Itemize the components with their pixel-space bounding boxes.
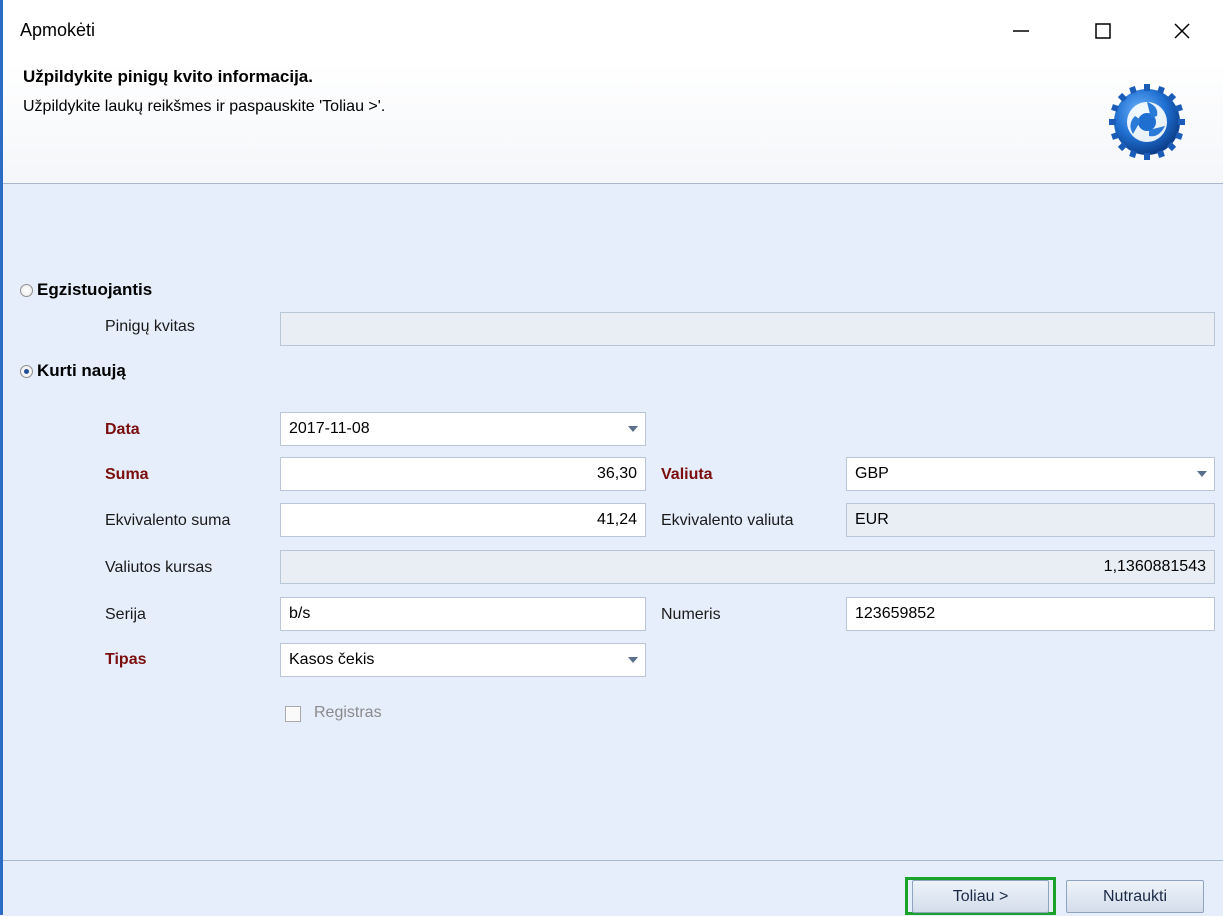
register-label: Registras xyxy=(314,704,382,721)
existing-radio-button[interactable] xyxy=(20,283,33,297)
series-field[interactable]: b/s xyxy=(280,597,646,631)
maximize-icon xyxy=(1095,23,1111,39)
minimize-button[interactable] xyxy=(998,10,1044,52)
cancel-button-label: Nutraukti xyxy=(1102,887,1168,905)
type-dropdown-button[interactable] xyxy=(620,644,645,676)
maximize-button[interactable] xyxy=(1080,10,1126,52)
number-label: Numeris xyxy=(661,606,721,623)
equiv-currency-label: Ekvivalento valiuta xyxy=(661,512,794,529)
date-value: 2017-11-08 xyxy=(289,420,370,437)
series-label: Serija xyxy=(105,606,146,623)
next-button[interactable]: Toliau > xyxy=(912,880,1049,913)
date-dropdown-button[interactable] xyxy=(620,413,645,445)
equiv-amount-field[interactable]: 41,24 xyxy=(280,503,646,537)
create-new-radio-button[interactable] xyxy=(20,364,33,378)
type-value: Kasos čekis xyxy=(289,651,375,668)
title-bar: Apmokėti xyxy=(3,0,1223,62)
currency-dropdown-button[interactable] xyxy=(1189,458,1214,490)
rate-label: Valiutos kursas xyxy=(105,559,213,576)
rate-value: 1,1360881543 xyxy=(1103,558,1206,575)
receipt-field xyxy=(280,312,1215,346)
rate-field: 1,1360881543 xyxy=(280,550,1215,584)
create-new-radio[interactable]: Kurti naują xyxy=(20,361,126,381)
equiv-amount-value: 41,24 xyxy=(596,511,637,528)
header-subtitle: Užpildykite laukų reikšmes ir paspauskit… xyxy=(23,98,386,115)
receipt-label: Pinigų kvitas xyxy=(105,318,195,335)
equiv-currency-field: EUR xyxy=(846,503,1215,537)
number-value: 123659852 xyxy=(855,605,936,622)
close-icon xyxy=(1174,23,1190,39)
amount-label: Suma xyxy=(105,466,149,483)
currency-field[interactable]: GBP xyxy=(846,457,1215,491)
close-button[interactable] xyxy=(1159,10,1205,52)
amount-value: 36,30 xyxy=(596,465,637,482)
window-title: Apmokėti xyxy=(20,20,96,40)
date-field[interactable]: 2017-11-08 xyxy=(280,412,646,446)
create-new-radio-label: Kurti naują xyxy=(37,361,126,380)
type-label: Tipas xyxy=(105,651,147,668)
header-title: Užpildykite pinigų kvito informacija. xyxy=(23,67,313,86)
type-field[interactable]: Kasos čekis xyxy=(280,643,646,677)
next-button-label: Toliau > xyxy=(952,887,1009,905)
chevron-down-icon xyxy=(1196,471,1207,477)
amount-field[interactable]: 36,30 xyxy=(280,457,646,491)
minimize-icon xyxy=(1013,30,1029,32)
chevron-down-icon xyxy=(627,657,638,663)
wizard-header: Užpildykite pinigų kvito informacija. Už… xyxy=(3,62,1223,184)
series-value: b/s xyxy=(289,605,311,622)
form-panel: Egzistuojantis Pinigų kvitas Kurti naują… xyxy=(3,184,1223,860)
equiv-currency-value: EUR xyxy=(855,511,889,528)
gear-logo-icon xyxy=(1109,84,1185,160)
existing-radio[interactable]: Egzistuojantis xyxy=(20,280,152,300)
currency-label: Valiuta xyxy=(661,466,713,483)
date-label: Data xyxy=(105,421,140,438)
number-field[interactable]: 123659852 xyxy=(846,597,1215,631)
chevron-down-icon xyxy=(627,426,638,432)
cancel-button[interactable]: Nutraukti xyxy=(1066,880,1204,913)
register-checkbox[interactable] xyxy=(285,706,301,722)
currency-value: GBP xyxy=(855,465,889,482)
existing-radio-label: Egzistuojantis xyxy=(37,280,153,299)
equiv-amount-label: Ekvivalento suma xyxy=(105,512,231,529)
